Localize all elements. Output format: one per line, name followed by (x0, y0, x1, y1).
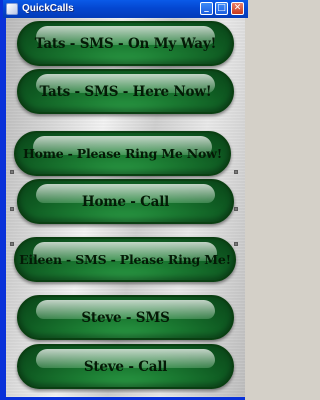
steve-call-button[interactable]: Steve - Call (17, 344, 234, 389)
tats-sms-here-now-button[interactable]: Tats - SMS - Here Now! (17, 69, 234, 114)
resize-handle (234, 207, 238, 211)
resize-handle (10, 242, 14, 246)
home-call-button[interactable]: Home - Call (17, 179, 234, 224)
tats-sms-on-my-way-button[interactable]: Tats - SMS - On My Way! (17, 21, 234, 66)
close-button[interactable]: ✕ (231, 2, 244, 15)
brushed-metal-panel: Tats - SMS - On My Way! Tats - SMS - Her… (6, 18, 245, 397)
resize-handle (10, 170, 14, 174)
button-label: Tats - SMS - On My Way! (34, 35, 217, 52)
eileen-sms-please-ring-me-button[interactable]: Eileen - SMS - Please Ring Me! (14, 237, 236, 282)
title-bar[interactable]: QuickCalls _ □ ✕ (3, 0, 248, 18)
minimize-button[interactable]: _ (200, 2, 213, 15)
resize-handle (234, 242, 238, 246)
button-label: Home - Call (81, 193, 170, 210)
app-icon (6, 3, 18, 15)
maximize-button[interactable]: □ (215, 2, 228, 15)
steve-sms-button[interactable]: Steve - SMS (17, 295, 234, 340)
resize-handle (234, 170, 238, 174)
button-label: Steve - SMS (81, 309, 170, 326)
resize-handle (10, 207, 14, 211)
home-please-ring-me-button[interactable]: Home - Please Ring Me Now! (14, 131, 231, 176)
app-window: QuickCalls _ □ ✕ Tats - SMS - On My Way!… (0, 0, 248, 400)
button-label: Home - Please Ring Me Now! (22, 146, 223, 161)
button-label: Tats - SMS - Here Now! (39, 83, 212, 100)
button-label: Eileen - SMS - Please Ring Me! (19, 252, 231, 267)
window-title: QuickCalls (22, 3, 74, 14)
button-label: Steve - Call (83, 358, 168, 375)
